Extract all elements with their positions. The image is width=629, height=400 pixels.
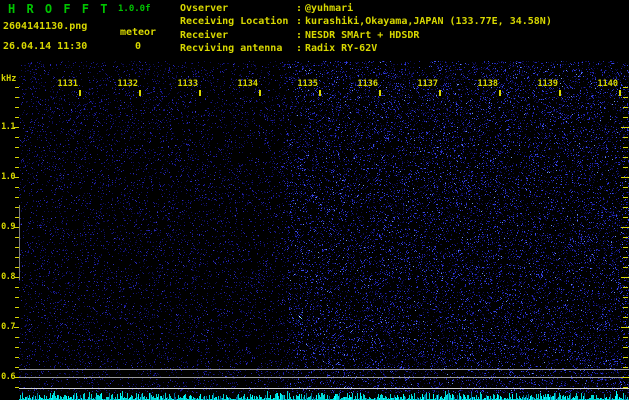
info-value: @yuhmari	[305, 3, 354, 14]
info-row-observer: Ovserver: @yuhmari	[180, 3, 353, 14]
info-value: NESDR SMArt + HDSDR	[305, 30, 420, 41]
x-tick-label: 1134	[237, 79, 258, 89]
x-tick-label: 1139	[537, 79, 558, 89]
y-tick-label: 0.7	[1, 322, 15, 332]
y-tick-label: 0.9	[1, 222, 15, 232]
header: H R O F F T 1.0.0f 2604141130.png 26.04.…	[0, 0, 629, 60]
app-version: 1.0.0f	[118, 4, 151, 14]
spectrogram-canvas	[19, 61, 629, 400]
info-separator: :	[295, 30, 303, 41]
output-filename: 2604141130.png	[3, 21, 88, 32]
info-row-location: Receiving Location: kurashiki,Okayama,JAP…	[180, 16, 552, 27]
meteor-count-label: meteor	[119, 27, 157, 38]
info-row-receiver: Receiver: NESDR SMArt + HDSDR	[180, 30, 419, 41]
y-tick-label: 1.1	[1, 122, 15, 132]
info-value: Radix RY-62V	[305, 43, 378, 54]
y-tick-label: 0.8	[1, 272, 15, 282]
y-tick-label: 1.0	[1, 172, 15, 182]
x-tick-label: 1132	[117, 79, 138, 89]
info-separator: :	[295, 3, 303, 14]
x-tick-label: 1140	[597, 79, 618, 89]
hrofft-window: { "app": { "title": "H R O F F T", "vers…	[0, 0, 629, 400]
app-title: H R O F F T	[8, 2, 110, 16]
y-tick-label: 0.6	[1, 372, 15, 382]
info-label: Receiving Location	[180, 16, 289, 27]
info-value: kurashiki,Okayama,JAPAN (133.77E, 34.58N…	[305, 16, 552, 27]
x-tick-label: 1136	[357, 79, 378, 89]
x-tick-label: 1135	[297, 79, 318, 89]
info-separator: :	[295, 43, 303, 54]
x-tick-label: 1138	[477, 79, 498, 89]
x-tick-label: 1131	[57, 79, 78, 89]
info-label: Receiver	[180, 30, 229, 41]
datetime-label: 26.04.14 11:30	[3, 41, 88, 52]
info-label: Ovserver	[180, 3, 229, 14]
y-axis-unit-label: kHz	[1, 74, 17, 84]
info-label: Recviving antenna	[180, 43, 283, 54]
info-separator: :	[295, 16, 303, 27]
meteor-count-value: 0	[134, 41, 142, 52]
x-tick-label: 1133	[177, 79, 198, 89]
info-row-antenna: Recviving antenna: Radix RY-62V	[180, 43, 377, 54]
x-tick-label: 1137	[417, 79, 438, 89]
